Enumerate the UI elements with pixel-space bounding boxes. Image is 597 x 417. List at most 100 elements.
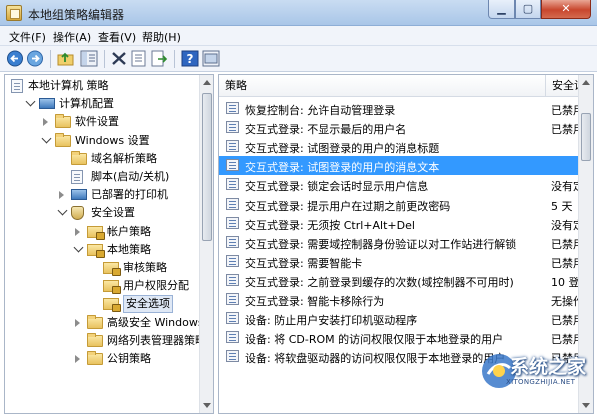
- tree-item[interactable]: 已部署的打印机: [59, 186, 213, 204]
- tree-item[interactable]: 安全选项: [91, 295, 213, 314]
- tree-item[interactable]: Windows 设置: [41, 132, 213, 150]
- lockf-icon: [103, 280, 121, 295]
- tree-item[interactable]: 本地策略: [73, 241, 213, 259]
- properties-icon[interactable]: [130, 50, 148, 67]
- policy-row[interactable]: 恢复控制台: 允许自动管理登录 已禁用: [219, 99, 581, 118]
- tree-item-label: 域名解析策略: [91, 151, 157, 165]
- expand-open-icon[interactable]: [57, 205, 68, 216]
- tree-item[interactable]: 脚本(启动/关机): [59, 168, 213, 186]
- policy-row[interactable]: 交互式登录: 试图登录的用户的消息标题: [219, 137, 580, 156]
- tree-scrollbar[interactable]: [199, 75, 213, 413]
- policy-setting: 已禁用: [551, 333, 581, 347]
- watermark-name: 系统之家: [510, 356, 587, 378]
- tree-item[interactable]: 公钥策略: [75, 350, 213, 368]
- policy-icon: [226, 102, 239, 114]
- tree-item[interactable]: 网络列表管理器策略: [75, 332, 213, 350]
- policy-icon: [226, 159, 239, 172]
- menu-view[interactable]: 查看(V): [98, 29, 136, 45]
- tree-item[interactable]: 软件设置: [43, 113, 213, 131]
- menu-action[interactable]: 操作(A): [53, 29, 91, 45]
- scroll-down-icon[interactable]: [203, 403, 211, 408]
- policy-row[interactable]: 交互式登录: 需要智能卡 已禁用: [219, 252, 581, 271]
- minimize-button[interactable]: ▁: [488, 0, 515, 19]
- menu-help[interactable]: 帮助(H): [142, 29, 181, 45]
- expand-closed-icon[interactable]: [75, 355, 80, 363]
- tree-item[interactable]: 用户权限分配: [91, 277, 213, 295]
- tree-scroll-thumb[interactable]: [202, 93, 212, 241]
- policy-icon: [226, 197, 239, 210]
- menu-bar: 文件(F) 操作(A) 查看(V) 帮助(H): [0, 26, 597, 46]
- show-hide-tree-icon[interactable]: [80, 50, 98, 67]
- tree-item[interactable]: 审核策略: [91, 259, 213, 277]
- tree-item[interactable]: 高级安全 Windows: [75, 314, 213, 332]
- forward-icon[interactable]: [26, 50, 44, 67]
- policy-row[interactable]: 设备: 防止用户安装打印机驱动程序 已禁用: [219, 309, 581, 328]
- back-icon[interactable]: [6, 50, 24, 67]
- tree-item-label: 软件设置: [75, 115, 119, 129]
- tree-item-label: 安全选项: [123, 295, 173, 314]
- policy-name: 交互式登录: 提示用户在过期之前更改密码: [245, 199, 451, 213]
- tree-item-label: 帐户策略: [107, 224, 151, 238]
- expand-closed-icon[interactable]: [75, 227, 80, 236]
- policy-setting: 5 天: [551, 199, 573, 213]
- policy-icon: [226, 178, 239, 191]
- policy-row[interactable]: 设备: 将 CD-ROM 的访问权限仅限于本地登录的用户 已禁用: [219, 328, 581, 347]
- expand-closed-icon[interactable]: [59, 191, 64, 200]
- tree-item-label: 本地策略: [107, 242, 151, 256]
- comp-icon: [39, 98, 55, 110]
- tree-item[interactable]: 帐户策略: [75, 223, 213, 241]
- help-icon[interactable]: ?: [181, 50, 199, 67]
- tree-item-label: Windows 设置: [75, 133, 150, 147]
- column-header-policy[interactable]: 策略: [219, 75, 546, 97]
- expand-open-icon[interactable]: [25, 96, 36, 107]
- menu-file[interactable]: 文件(F): [9, 29, 46, 45]
- maximize-button[interactable]: ▢: [515, 0, 541, 19]
- folder-icon: [55, 114, 71, 129]
- policy-row[interactable]: 交互式登录: 试图登录的用户的消息文本: [219, 156, 580, 176]
- tree-item[interactable]: 域名解析策略: [59, 150, 213, 168]
- policy-setting: 已禁用: [551, 314, 581, 328]
- tree-item[interactable]: 本地计算机 策略: [11, 77, 201, 95]
- view-icon[interactable]: [202, 50, 220, 67]
- policy-name: 交互式登录: 试图登录的用户的消息标题: [245, 142, 440, 156]
- watermark: 系统之家 XITONGZHIJIA.NET: [474, 346, 597, 412]
- policy-row[interactable]: 交互式登录: 之前登录到缓存的次数(域控制器不可用时) 10 登: [219, 271, 580, 290]
- expand-open-icon[interactable]: [41, 133, 52, 144]
- column-header-setting[interactable]: 安全设: [546, 75, 580, 97]
- expand-closed-icon[interactable]: [75, 318, 80, 327]
- policy-row[interactable]: 交互式登录: 无须按 Ctrl+Alt+Del 没有定: [219, 214, 581, 233]
- tree-item-label: 审核策略: [123, 261, 167, 274]
- policy-setting: 无操作: [551, 295, 581, 308]
- policy-icon: [226, 121, 239, 134]
- comp-icon: [71, 189, 87, 201]
- policy-icon: [226, 140, 239, 153]
- scroll-up-icon[interactable]: [203, 80, 211, 85]
- policy-row[interactable]: 交互式登录: 需要域控制器身份验证以对工作站进行解锁 已禁用: [219, 233, 581, 252]
- lockf-icon: [103, 262, 121, 276]
- up-folder-icon[interactable]: [57, 50, 75, 67]
- policy-name: 恢复控制台: 允许自动管理登录: [245, 104, 396, 117]
- policy-row[interactable]: 交互式登录: 提示用户在过期之前更改密码 5 天: [219, 195, 580, 214]
- delete-icon[interactable]: [110, 50, 128, 67]
- policy-icon: [226, 312, 239, 325]
- policy-name: 设备: 将 CD-ROM 的访问权限仅限于本地登录的用户: [245, 333, 504, 347]
- policy-row[interactable]: 交互式登录: 锁定会话时显示用户信息 没有定: [219, 175, 581, 194]
- tree-item-label: 已部署的打印机: [91, 188, 168, 202]
- navigation-tree: 本地计算机 策略计算机配置软件设置 Windows 设置域名解析策略脚本(启动/关…: [4, 74, 214, 414]
- policy-name: 交互式登录: 需要智能卡: [245, 256, 363, 270]
- folder-icon: [87, 351, 103, 365]
- policy-row[interactable]: 交互式登录: 不显示最后的用户名 已禁用: [219, 118, 581, 137]
- expand-open-icon[interactable]: [73, 242, 84, 253]
- doc-icon: [71, 170, 83, 184]
- policy-row[interactable]: 交互式登录: 智能卡移除行为 无操作: [219, 290, 581, 309]
- tree-item[interactable]: 安全设置: [57, 204, 213, 222]
- close-button[interactable]: ✕: [541, 0, 591, 19]
- tree-item[interactable]: 计算机配置: [25, 95, 213, 113]
- policy-name: 设备: 防止用户安装打印机驱动程序: [245, 314, 418, 328]
- expand-closed-icon[interactable]: [43, 118, 48, 127]
- list-scroll-thumb[interactable]: [581, 113, 591, 161]
- tree-item-label: 计算机配置: [59, 97, 114, 111]
- export-icon[interactable]: [150, 50, 168, 67]
- scroll-up-icon[interactable]: [582, 80, 590, 85]
- folder-icon: [87, 314, 103, 329]
